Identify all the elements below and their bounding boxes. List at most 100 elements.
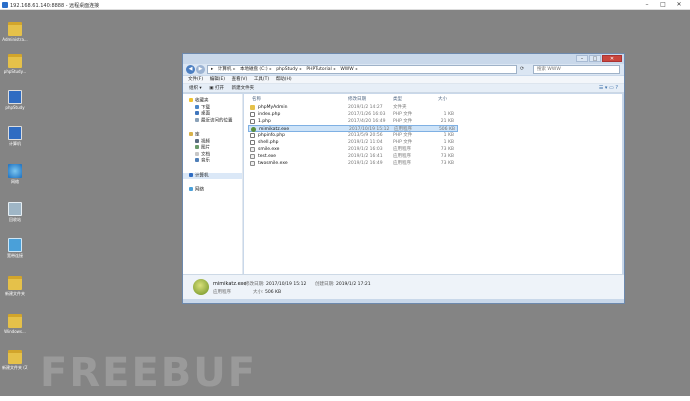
file-row[interactable]: twosmile.exe 2019/1/2 16:49 应用程序 73 KB — [248, 160, 458, 167]
desktop-icon-broadband[interactable]: 宽带连接 — [2, 238, 28, 258]
music-icon — [195, 158, 199, 162]
menu-view[interactable]: 查看(V) — [232, 76, 248, 84]
favorites-group: 收藏夹 下载 桌面 最近访问的位置 — [183, 98, 242, 124]
watermark: FREEBUF — [40, 350, 258, 396]
network-icon — [8, 238, 22, 252]
star-icon — [189, 98, 193, 102]
details-file-name: mimikatz.exe — [213, 281, 247, 287]
app-icon — [250, 161, 255, 166]
explorer-close-button[interactable]: ✕ — [602, 55, 622, 62]
menu-file[interactable]: 文件(F) — [188, 76, 203, 84]
breadcrumb-www[interactable]: WWW — [340, 66, 353, 73]
folder-icon: ▸ — [211, 67, 214, 72]
folder-icon — [8, 314, 22, 328]
app-icon — [250, 147, 255, 152]
nav-music[interactable]: 音乐 — [183, 158, 242, 165]
details-created: 创建日期: 2019/1/2 17:21 — [315, 282, 371, 287]
libraries-group: 库 视频 图片 文档 音乐 — [183, 132, 242, 165]
help-icon[interactable]: ? — [615, 85, 618, 91]
file-row-selected[interactable]: mimikatz.exe 2017/10/19 15:12 应用程序 506 K… — [248, 125, 458, 132]
explorer-minimize-button[interactable]: – — [576, 55, 588, 62]
explorer-maximize-button[interactable]: □ — [589, 55, 601, 62]
details-file-type: 应用程序 — [213, 290, 231, 295]
maximize-button[interactable]: □ — [656, 0, 670, 10]
search-box[interactable] — [533, 65, 620, 74]
address-bar[interactable]: ▸ 计算机 ▸ 本地磁盘 (C:) ▸ phpStudy ▸ PHPTutorial ▸… — [207, 65, 517, 74]
desktop-icon-phpstudy[interactable]: phpStudy — [2, 90, 28, 110]
nav-network[interactable]: 网络 — [183, 187, 242, 194]
file-row[interactable]: phpinfo.php 2013/5/9 20:56 PHP 文件 1 KB — [248, 132, 458, 139]
desktop-icon-new-folder-2[interactable]: 新建文件夹 (2) — [2, 350, 28, 370]
desktop-icon-network[interactable]: 网络 — [2, 164, 28, 184]
file-row[interactable]: index.php 2017/1/26 16:03 PHP 文件 1 KB — [248, 111, 458, 118]
network-group: 网络 — [183, 187, 242, 194]
open-button[interactable]: ▣ 打开 — [209, 84, 224, 93]
view-icon[interactable]: ☰ ▾ — [599, 85, 608, 91]
document-icon — [195, 151, 199, 156]
column-size[interactable]: 大小 — [438, 96, 447, 102]
breadcrumb-drive-c[interactable]: 本地磁盘 (C:) — [240, 66, 268, 73]
breadcrumb-phpstudy[interactable]: phpStudy — [276, 66, 298, 73]
column-date[interactable]: 修改日期 — [348, 96, 366, 102]
desktop-icon — [195, 111, 199, 115]
recent-icon — [195, 117, 199, 122]
close-button[interactable]: ✕ — [672, 0, 686, 10]
organize-button[interactable]: 组织 ▾ — [189, 84, 202, 93]
folder-icon — [250, 105, 255, 110]
recycle-bin-icon — [8, 202, 22, 216]
details-modified: 修改日期: 2017/10/19 15:12 — [245, 282, 307, 287]
view-options[interactable]: ☰ ▾ ▭ ? — [599, 85, 618, 91]
library-icon — [189, 132, 193, 136]
php-file-icon — [250, 140, 255, 145]
rdp-bottom-border — [0, 396, 690, 401]
menu-tools[interactable]: 工具(T) — [254, 76, 269, 84]
minimize-button[interactable]: – — [640, 0, 654, 10]
search-input[interactable] — [534, 66, 614, 73]
file-row[interactable]: smile.exe 2019/1/2 16:03 应用程序 73 KB — [248, 146, 458, 153]
rdp-titlebar: 192.168.61.140:8888 - 远程桌面连接 – □ ✕ — [0, 0, 690, 10]
desktop-icon-windows[interactable]: Windows... — [2, 314, 28, 334]
desktop-icon-administrator[interactable]: Administra... — [2, 22, 28, 42]
desktop-icon-phpstudy-folder[interactable]: phpStudy... — [2, 54, 28, 74]
command-bar: 组织 ▾ ▣ 打开 新建文件夹 ☰ ▾ ▭ ? — [183, 84, 624, 93]
computer-icon — [189, 172, 193, 177]
file-row[interactable]: test.exe 2019/1/2 16:41 应用程序 73 KB — [248, 153, 458, 160]
nav-computer[interactable]: 计算机 — [183, 172, 242, 179]
computer-icon — [8, 90, 22, 104]
php-file-icon — [250, 133, 255, 138]
download-icon — [195, 104, 199, 109]
file-row[interactable]: 1.php 2017/4/20 16:49 PHP 文件 21 KB — [248, 118, 458, 125]
file-row[interactable]: shell.php 2019/1/2 11:04 PHP 文件 1 KB — [248, 139, 458, 146]
file-list: 名称 修改日期 类型 大小 phpMyAdmin 2019/1/2 14:27 … — [244, 94, 622, 274]
menu-help[interactable]: 帮助(H) — [276, 76, 292, 84]
refresh-icon[interactable]: ⟳ — [520, 66, 524, 72]
mimikatz-icon — [193, 279, 209, 295]
forward-button[interactable]: ▶ — [196, 65, 205, 74]
window-title: 192.168.61.140:8888 - 远程桌面连接 — [10, 3, 100, 9]
menu-edit[interactable]: 编辑(E) — [210, 76, 225, 84]
file-row[interactable]: phpMyAdmin 2019/1/2 14:27 文件夹 — [248, 104, 458, 111]
folder-icon — [8, 22, 22, 36]
folder-icon — [8, 54, 22, 68]
desktop-icon-recycle-bin[interactable]: 回收站 — [2, 202, 28, 222]
desktop-icon-new-folder[interactable]: 新建文件夹 — [2, 276, 28, 296]
new-folder-button[interactable]: 新建文件夹 — [232, 84, 255, 93]
computer-icon — [8, 126, 22, 140]
column-name[interactable]: 名称 — [252, 96, 261, 102]
nav-recent[interactable]: 最近访问的位置 — [183, 117, 242, 125]
breadcrumb-computer[interactable]: 计算机 — [218, 66, 232, 73]
column-headers: 名称 修改日期 类型 大小 — [244, 96, 622, 103]
desktop-icon-computer[interactable]: 计算机 — [2, 126, 28, 146]
column-type[interactable]: 类型 — [393, 96, 402, 102]
breadcrumb-phptutorial[interactable]: PHPTutorial — [306, 66, 331, 73]
back-button[interactable]: ◀ — [186, 65, 195, 74]
remote-desktop-icon — [2, 2, 8, 8]
navigation-pane: 收藏夹 下载 桌面 最近访问的位置 库 视频 图片 文档 音乐 计算机 网络 — [183, 94, 243, 274]
details-pane: mimikatz.exe 应用程序 修改日期: 2017/10/19 15:12… — [183, 274, 624, 299]
php-file-icon — [250, 112, 255, 117]
folder-icon — [8, 350, 22, 364]
computer-group: 计算机 — [183, 172, 242, 179]
picture-icon — [195, 145, 199, 149]
video-icon — [195, 138, 199, 143]
preview-pane-icon[interactable]: ▭ — [609, 85, 614, 91]
